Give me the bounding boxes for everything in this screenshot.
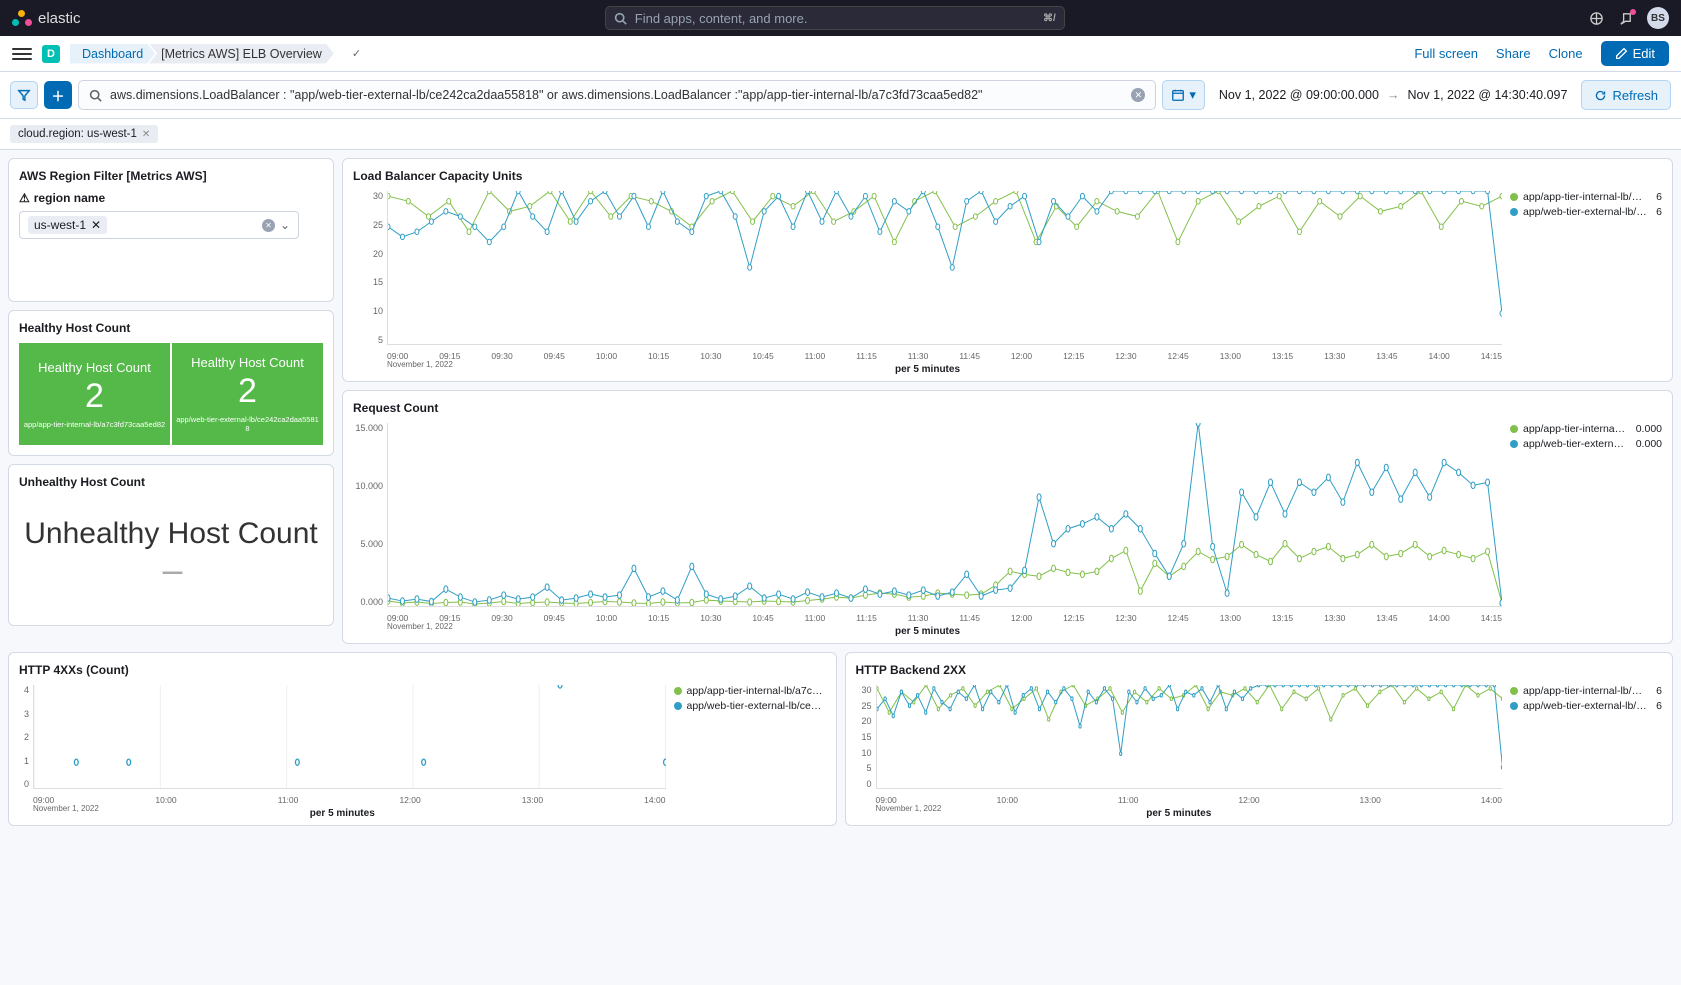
region-filter-panel: AWS Region Filter [Metrics AWS] ⚠ region… xyxy=(8,158,334,302)
x-axis-label: per 5 minutes xyxy=(353,364,1502,375)
x-axis-label: per 5 minutes xyxy=(856,808,1503,819)
brand-text: elastic xyxy=(38,10,81,27)
date-range[interactable]: Nov 1, 2022 @ 09:00:00.000 → Nov 1, 2022… xyxy=(1211,88,1576,102)
crumb-dashboard[interactable]: Dashboard xyxy=(70,44,155,64)
unhealthy-host-panel: Unhealthy Host Count Unhealthy Host Coun… xyxy=(8,464,334,626)
x-axis-label: per 5 minutes xyxy=(19,808,666,819)
newsfeed-icon[interactable] xyxy=(1589,11,1604,26)
filter-pill-text: cloud.region: us-west-1 xyxy=(18,128,137,140)
remove-region-icon[interactable]: ✕ xyxy=(91,218,101,232)
region-value: us-west-1 xyxy=(34,218,86,232)
healthy-host-panel: Healthy Host Count Healthy Host Count 2 … xyxy=(8,310,334,456)
edit-label: Edit xyxy=(1633,46,1655,61)
chevron-down-icon: ▾ xyxy=(1189,87,1196,103)
lbcu-panel: Load Balancer Capacity Units 30252015105… xyxy=(342,158,1673,382)
search-kbd: ⌘/ xyxy=(1043,13,1056,24)
panel-title: Request Count xyxy=(353,401,1662,415)
panel-title: Healthy Host Count xyxy=(19,321,323,335)
app-header: D Dashboard [Metrics AWS] ELB Overview ✓… xyxy=(0,36,1681,72)
date-picker-button[interactable]: ▾ xyxy=(1162,80,1205,110)
http4xx-chart[interactable]: 43210 09:0010:0011:0012:0013:0014:00 Nov… xyxy=(19,685,666,815)
http2xx-panel: HTTP Backend 2XX 302520151050 09:0010:00… xyxy=(845,652,1674,826)
date-start: Nov 1, 2022 @ 09:00:00.000 xyxy=(1219,88,1379,102)
global-search[interactable]: Find apps, content, and more. ⌘/ xyxy=(605,6,1065,30)
filter-pill[interactable]: cloud.region: us-west-1 ✕ xyxy=(10,125,158,143)
saved-check-icon: ✓ xyxy=(352,47,361,60)
clone-link[interactable]: Clone xyxy=(1549,46,1583,61)
panel-title: Load Balancer Capacity Units xyxy=(353,169,1662,183)
share-link[interactable]: Share xyxy=(1496,46,1531,61)
panel-title: HTTP Backend 2XX xyxy=(856,663,1663,677)
request-count-chart[interactable]: 15.00010.0005.0000.000 09:0009:1509:3009… xyxy=(353,423,1502,633)
edit-button[interactable]: Edit xyxy=(1601,41,1669,66)
fullscreen-link[interactable]: Full screen xyxy=(1414,46,1478,61)
http4xx-panel: HTTP 4XXs (Count) 43210 09:0010:0011:001… xyxy=(8,652,837,826)
filter-icon-button[interactable] xyxy=(10,81,38,109)
unhealthy-dash: ----- xyxy=(19,561,323,584)
space-selector[interactable]: D xyxy=(42,45,60,63)
http2xx-chart[interactable]: 302520151050 09:0010:0011:0012:0013:0014… xyxy=(856,685,1503,815)
unhealthy-title: Unhealthy Host Count xyxy=(19,517,323,551)
panel-title: AWS Region Filter [Metrics AWS] xyxy=(19,169,323,183)
healthy-tile: Healthy Host Count 2 app/web-tier-extern… xyxy=(172,343,323,445)
add-filter-button[interactable]: ＋ xyxy=(44,81,72,109)
user-avatar[interactable]: BS xyxy=(1647,7,1669,29)
chevron-down-icon: ⌄ xyxy=(280,218,290,232)
http4xx-legend: app/app-tier-internal-lb/a7c… app/web-ti… xyxy=(666,685,826,815)
filter-bar: cloud.region: us-west-1 ✕ xyxy=(0,119,1681,150)
healthy-tile: Healthy Host Count 2 app/app-tier-intern… xyxy=(19,343,170,445)
query-bar: ＋ aws.dimensions.LoadBalancer : "app/web… xyxy=(0,72,1681,119)
query-text: aws.dimensions.LoadBalancer : "app/web-t… xyxy=(110,88,982,102)
x-axis-label: per 5 minutes xyxy=(353,626,1502,637)
remove-filter-icon[interactable]: ✕ xyxy=(142,129,150,140)
logo-icon xyxy=(12,8,32,28)
global-header: elastic Find apps, content, and more. ⌘/… xyxy=(0,0,1681,36)
refresh-button[interactable]: Refresh xyxy=(1581,80,1671,110)
query-input[interactable]: aws.dimensions.LoadBalancer : "app/web-t… xyxy=(78,80,1156,110)
panel-title: Unhealthy Host Count xyxy=(19,475,323,489)
http2xx-legend: app/app-tier-internal-lb/a7…6 app/web-ti… xyxy=(1502,685,1662,815)
arrow-right-icon: → xyxy=(1387,88,1400,102)
breadcrumb: Dashboard [Metrics AWS] ELB Overview xyxy=(70,44,334,64)
clear-icon[interactable]: ✕ xyxy=(262,219,275,232)
search-icon xyxy=(614,12,627,25)
request-count-panel: Request Count 15.00010.0005.0000.000 09:… xyxy=(342,390,1673,644)
region-field-label: ⚠ region name xyxy=(19,191,323,205)
crumb-page[interactable]: [Metrics AWS] ELB Overview xyxy=(149,44,334,64)
warning-icon: ⚠ xyxy=(19,191,30,205)
request-count-legend: app/app-tier-internal-l…0.000 app/web-ti… xyxy=(1502,423,1662,633)
help-icon[interactable] xyxy=(1618,11,1633,26)
panel-title: HTTP 4XXs (Count) xyxy=(19,663,826,677)
lbcu-chart[interactable]: 30252015105 09:0009:1509:3009:4510:0010:… xyxy=(353,191,1502,371)
refresh-label: Refresh xyxy=(1612,88,1658,103)
lbcu-legend: app/app-tier-internal-lb/a7…6 app/web-ti… xyxy=(1502,191,1662,371)
elastic-logo[interactable]: elastic xyxy=(12,8,81,28)
nav-toggle[interactable] xyxy=(12,48,32,60)
search-placeholder: Find apps, content, and more. xyxy=(635,11,808,26)
region-selector[interactable]: us-west-1 ✕ ✕ ⌄ xyxy=(19,211,299,239)
clear-query-icon[interactable]: ✕ xyxy=(1131,88,1145,102)
date-end: Nov 1, 2022 @ 14:30:40.097 xyxy=(1407,88,1567,102)
